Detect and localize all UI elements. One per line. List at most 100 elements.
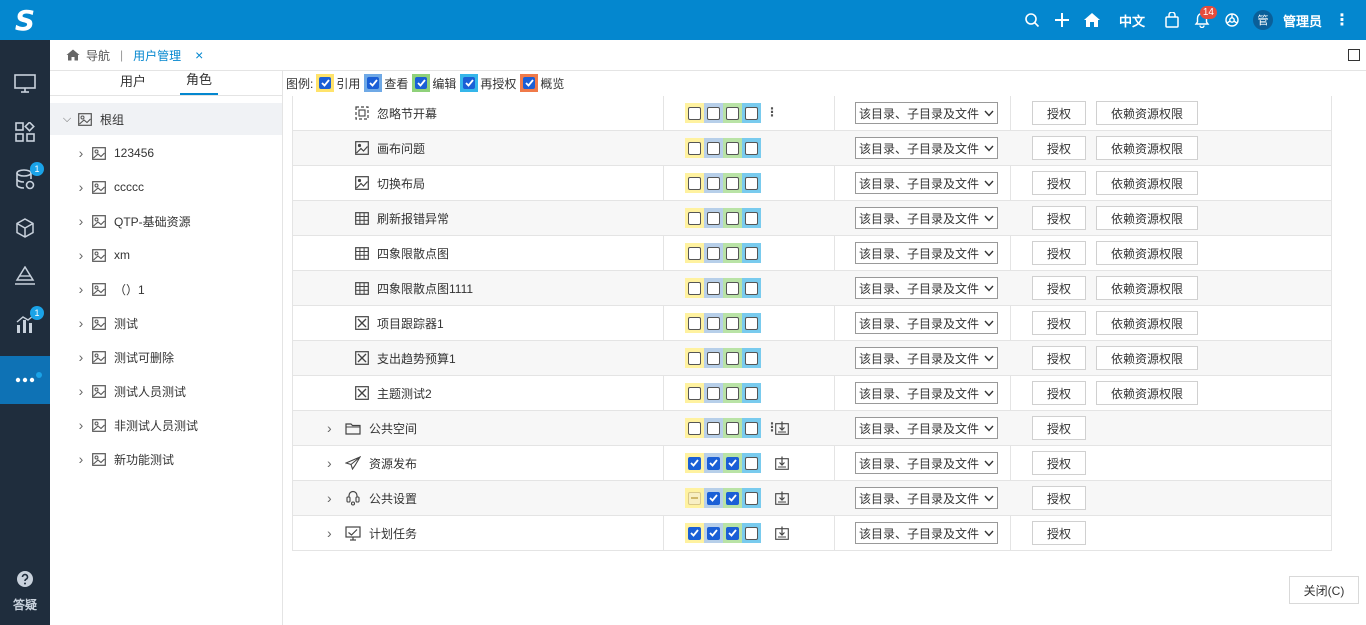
- authorize-button[interactable]: 授权: [1032, 136, 1086, 160]
- permission-checkbox[interactable]: [707, 526, 720, 540]
- authorize-button[interactable]: 授权: [1032, 171, 1086, 195]
- nav-database-icon[interactable]: 1: [0, 156, 50, 204]
- authorize-button[interactable]: 授权: [1032, 276, 1086, 300]
- dependency-permission-button[interactable]: 依赖资源权限: [1096, 101, 1198, 125]
- permission-checkbox[interactable]: [745, 316, 758, 330]
- shopping-bag-icon[interactable]: [1157, 0, 1187, 40]
- dependency-permission-button[interactable]: 依赖资源权限: [1096, 241, 1198, 265]
- permission-checkbox[interactable]: [707, 351, 720, 365]
- tab-home[interactable]: 导航: [50, 47, 110, 64]
- permission-checkbox[interactable]: [726, 176, 739, 190]
- authorize-button[interactable]: 授权: [1032, 416, 1086, 440]
- permission-checkbox[interactable]: [745, 421, 758, 435]
- permission-checkbox[interactable]: [707, 316, 720, 330]
- tree-node[interactable]: › 123456: [50, 137, 282, 169]
- permission-checkbox[interactable]: [707, 281, 720, 295]
- permission-checkbox[interactable]: [726, 351, 739, 365]
- theme-icon[interactable]: [1217, 0, 1247, 40]
- chevron-right-icon[interactable]: ›: [76, 145, 86, 161]
- chevron-right-icon[interactable]: ›: [327, 420, 339, 436]
- app-logo[interactable]: S: [0, 0, 50, 40]
- permission-checkbox[interactable]: [707, 491, 720, 505]
- chevron-right-icon[interactable]: ›: [327, 455, 339, 471]
- chevron-right-icon[interactable]: ›: [76, 179, 86, 195]
- dependency-permission-button[interactable]: 依赖资源权限: [1096, 136, 1198, 160]
- permission-checkbox[interactable]: [745, 141, 758, 155]
- legend-checkbox[interactable]: [316, 74, 335, 92]
- permission-checkbox[interactable]: [726, 316, 739, 330]
- chevron-right-icon[interactable]: ›: [327, 490, 339, 506]
- scope-select[interactable]: 该目录、子目录及文件: [855, 172, 998, 194]
- scope-select[interactable]: 该目录、子目录及文件: [855, 382, 998, 404]
- scope-select[interactable]: 该目录、子目录及文件: [855, 277, 998, 299]
- more-menu-icon[interactable]: ⋮: [1334, 10, 1350, 30]
- chevron-right-icon[interactable]: ›: [76, 349, 86, 365]
- dependency-permission-button[interactable]: 依赖资源权限: [1096, 311, 1198, 335]
- chevron-right-icon[interactable]: ›: [76, 281, 86, 297]
- permission-checkbox[interactable]: [745, 386, 758, 400]
- more-options-icon[interactable]: ⋮: [766, 105, 778, 119]
- permission-checkbox[interactable]: [745, 246, 758, 260]
- close-button[interactable]: 关闭(C): [1289, 576, 1359, 604]
- home-icon[interactable]: [1077, 0, 1107, 40]
- permission-checkbox[interactable]: [726, 211, 739, 225]
- scope-select[interactable]: 该目录、子目录及文件: [855, 242, 998, 264]
- chevron-down-icon[interactable]: ⌵: [62, 113, 72, 126]
- permission-checkbox[interactable]: [707, 106, 720, 120]
- authorize-button[interactable]: 授权: [1032, 381, 1086, 405]
- help-button[interactable]: 答疑: [0, 569, 50, 613]
- search-icon[interactable]: [1017, 0, 1047, 40]
- nav-cube-icon[interactable]: [0, 204, 50, 252]
- permission-checkbox[interactable]: [726, 246, 739, 260]
- notification-bell-icon[interactable]: 14: [1187, 0, 1217, 40]
- authorize-button[interactable]: 授权: [1032, 486, 1086, 510]
- chevron-right-icon[interactable]: ›: [76, 315, 86, 331]
- dependency-permission-button[interactable]: 依赖资源权限: [1096, 381, 1198, 405]
- permission-checkbox[interactable]: [707, 176, 720, 190]
- tree-node[interactable]: › 测试人员测试: [50, 375, 282, 407]
- tab-users[interactable]: 用户: [114, 71, 152, 95]
- permission-checkbox[interactable]: [726, 491, 739, 505]
- authorize-button[interactable]: 授权: [1032, 101, 1086, 125]
- permission-checkbox[interactable]: [688, 316, 701, 330]
- chevron-right-icon[interactable]: ›: [76, 417, 86, 433]
- scope-select[interactable]: 该目录、子目录及文件: [855, 102, 998, 124]
- dependency-permission-button[interactable]: 依赖资源权限: [1096, 171, 1198, 195]
- permission-checkbox[interactable]: [688, 141, 701, 155]
- scope-select[interactable]: 该目录、子目录及文件: [855, 312, 998, 334]
- authorize-button[interactable]: 授权: [1032, 311, 1086, 335]
- permission-checkbox[interactable]: [726, 526, 739, 540]
- permission-checkbox[interactable]: [726, 456, 739, 470]
- tree-node[interactable]: › xm: [50, 239, 282, 271]
- legend-checkbox[interactable]: [460, 74, 479, 92]
- tree-node[interactable]: › 测试可删除: [50, 341, 282, 373]
- permission-checkbox[interactable]: [688, 456, 701, 470]
- tree-node[interactable]: › （）1: [50, 273, 282, 305]
- permission-checkbox[interactable]: [726, 141, 739, 155]
- scope-select[interactable]: 该目录、子目录及文件: [855, 452, 998, 474]
- permission-checkbox[interactable]: [688, 106, 701, 120]
- tree-node[interactable]: › 新功能测试: [50, 443, 282, 475]
- nav-more-icon[interactable]: [0, 356, 50, 404]
- permission-checkbox[interactable]: [707, 211, 720, 225]
- permission-checkbox[interactable]: [726, 386, 739, 400]
- add-icon[interactable]: [1047, 0, 1077, 40]
- permission-checkbox[interactable]: [745, 456, 758, 470]
- nav-analytics-icon[interactable]: 1: [0, 300, 50, 348]
- dependency-permission-button[interactable]: 依赖资源权限: [1096, 346, 1198, 370]
- tree-node[interactable]: › 非测试人员测试: [50, 409, 282, 441]
- legend-checkbox[interactable]: [412, 74, 431, 92]
- permission-checkbox[interactable]: [745, 526, 758, 540]
- permission-checkbox[interactable]: [688, 491, 701, 505]
- authorize-button[interactable]: 授权: [1032, 346, 1086, 370]
- nav-layers-icon[interactable]: [0, 252, 50, 300]
- legend-checkbox[interactable]: [520, 74, 539, 92]
- scope-select[interactable]: 该目录、子目录及文件: [855, 207, 998, 229]
- permission-checkbox[interactable]: [688, 421, 701, 435]
- authorize-button[interactable]: 授权: [1032, 241, 1086, 265]
- permission-checkbox[interactable]: [726, 106, 739, 120]
- tree-node[interactable]: › 测试: [50, 307, 282, 339]
- authorize-button[interactable]: 授权: [1032, 451, 1086, 475]
- authorize-button[interactable]: 授权: [1032, 206, 1086, 230]
- tab-roles[interactable]: 角色: [180, 69, 219, 95]
